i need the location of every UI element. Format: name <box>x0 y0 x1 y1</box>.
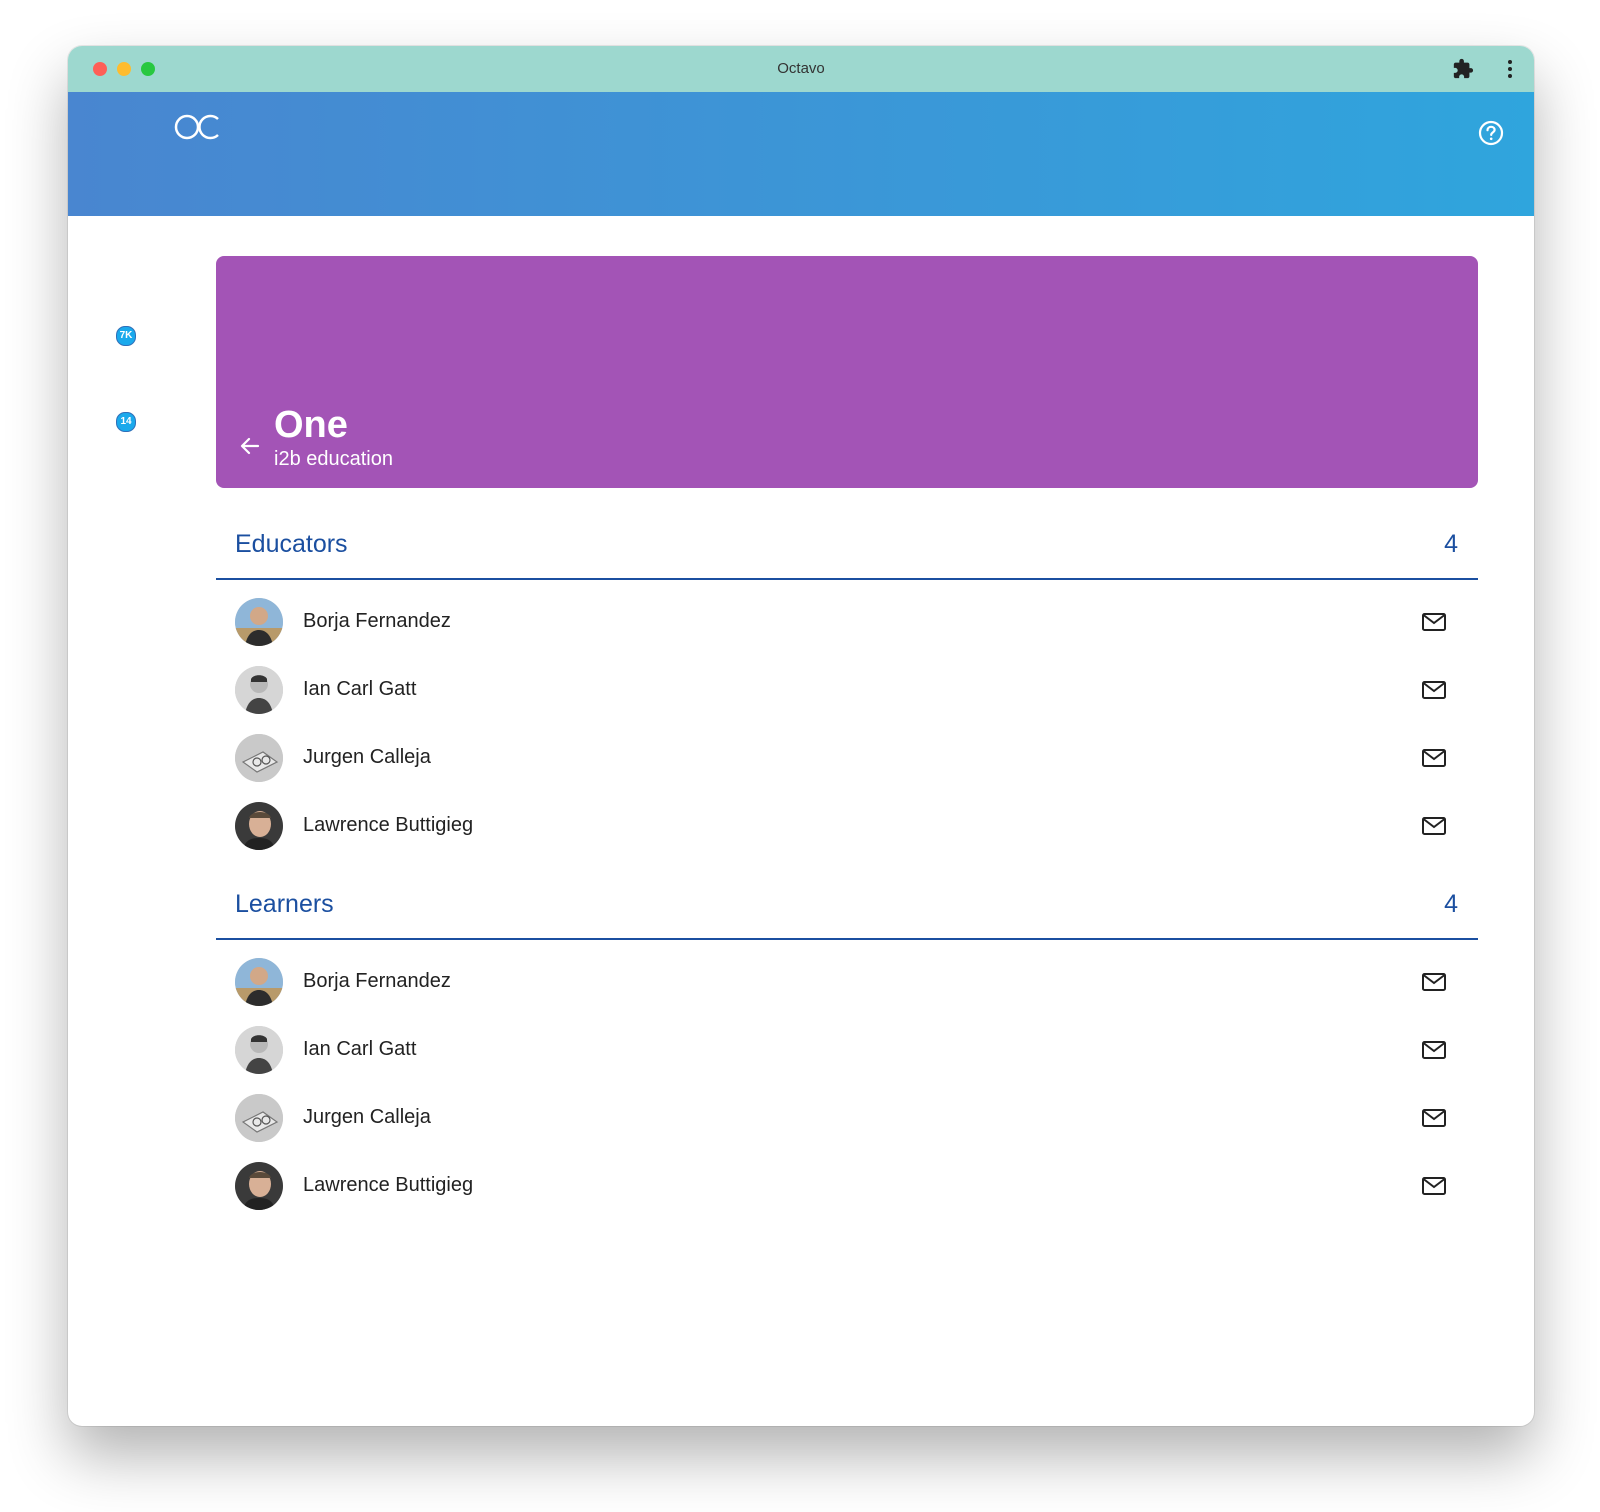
avatar <box>235 1162 283 1210</box>
person-name: Ian Carl Gatt <box>303 1038 417 1060</box>
sidebar-item-ocoins[interactable]: 7K oCoins <box>68 326 156 377</box>
sidebar-item-label: oCoins <box>88 360 136 377</box>
list-item: Ian Carl Gatt <box>216 1016 1478 1084</box>
avatar <box>235 1094 283 1142</box>
person-name: Jurgen Calleja <box>303 746 431 768</box>
person-name: Lawrence Buttigieg <box>303 1174 474 1196</box>
person-name: Jurgen Calleja <box>303 1106 431 1128</box>
window-title: Octavo <box>777 60 825 77</box>
sidebar-item-label: Notifica... <box>80 446 144 463</box>
group-banner: One i2b education <box>216 256 1478 488</box>
section-title: Educators <box>235 530 348 558</box>
sidebar-item-label: Profile <box>90 532 134 549</box>
list-item: Lawrence Buttigieg <box>216 1152 1478 1220</box>
mail-icon[interactable] <box>1420 608 1448 636</box>
mail-icon[interactable] <box>1420 1104 1448 1132</box>
group-title: One <box>274 404 348 446</box>
person-name: Ian Carl Gatt <box>303 678 417 700</box>
educators-section-header: Educators 4 <box>216 488 1478 580</box>
learners-section-header: Learners 4 <box>216 848 1478 940</box>
sidebar-item-organisations[interactable]: Organis... <box>68 590 156 635</box>
avatar <box>235 802 283 850</box>
group-subtitle: i2b education <box>274 448 393 470</box>
app-window: Octavo oBooks 7K oCoins 14 Notifica... P… <box>68 46 1534 1426</box>
mail-icon[interactable] <box>1420 744 1448 772</box>
mail-icon[interactable] <box>1420 1172 1448 1200</box>
avatar <box>235 666 283 714</box>
puzzle-extension-icon[interactable] <box>1452 58 1474 80</box>
window-titlebar: Octavo <box>68 46 1534 92</box>
person-name: Borja Fernandez <box>303 610 451 632</box>
coins-badge: 7K <box>116 326 136 346</box>
arrow-left-icon[interactable] <box>238 434 262 458</box>
mail-icon[interactable] <box>1420 1036 1448 1064</box>
sidebar-item-obooks[interactable]: oBooks <box>68 246 156 291</box>
list-item: Borja Fernandez <box>216 588 1478 656</box>
app-header: oBooks 7K oCoins 14 Notifica... Profile … <box>68 92 1534 1210</box>
face-icon <box>101 506 123 528</box>
help-circle-icon[interactable] <box>1478 120 1504 146</box>
person-name: Borja Fernandez <box>303 970 451 992</box>
building-icon <box>101 593 123 614</box>
sidebar-item-profile[interactable]: Profile <box>68 504 156 549</box>
section-title: Learners <box>235 890 334 918</box>
avatar <box>235 958 283 1006</box>
mail-icon[interactable] <box>1420 968 1448 996</box>
more-menu-icon[interactable] <box>1506 58 1514 80</box>
list-item: Borja Fernandez <box>216 948 1478 1016</box>
list-item: Jurgen Calleja <box>216 1084 1478 1152</box>
section-count: 4 <box>1444 890 1458 918</box>
sidebar-item-notifications[interactable]: 14 Notifica... <box>68 412 156 463</box>
list-item: Jurgen Calleja <box>216 724 1478 792</box>
mail-icon[interactable] <box>1420 812 1448 840</box>
section-count: 4 <box>1444 530 1458 558</box>
avatar <box>235 598 283 646</box>
books-icon <box>102 248 122 270</box>
avatar <box>235 734 283 782</box>
list-item: Ian Carl Gatt <box>216 656 1478 724</box>
avatar <box>235 1026 283 1074</box>
notifications-badge: 14 <box>116 412 136 432</box>
sidebar-item-label: oBooks <box>86 274 138 291</box>
mail-icon[interactable] <box>1420 676 1448 704</box>
sidebar-item-label: Organis... <box>79 618 145 635</box>
octavo-logo-icon[interactable] <box>173 110 223 144</box>
person-name: Lawrence Buttigieg <box>303 814 474 836</box>
